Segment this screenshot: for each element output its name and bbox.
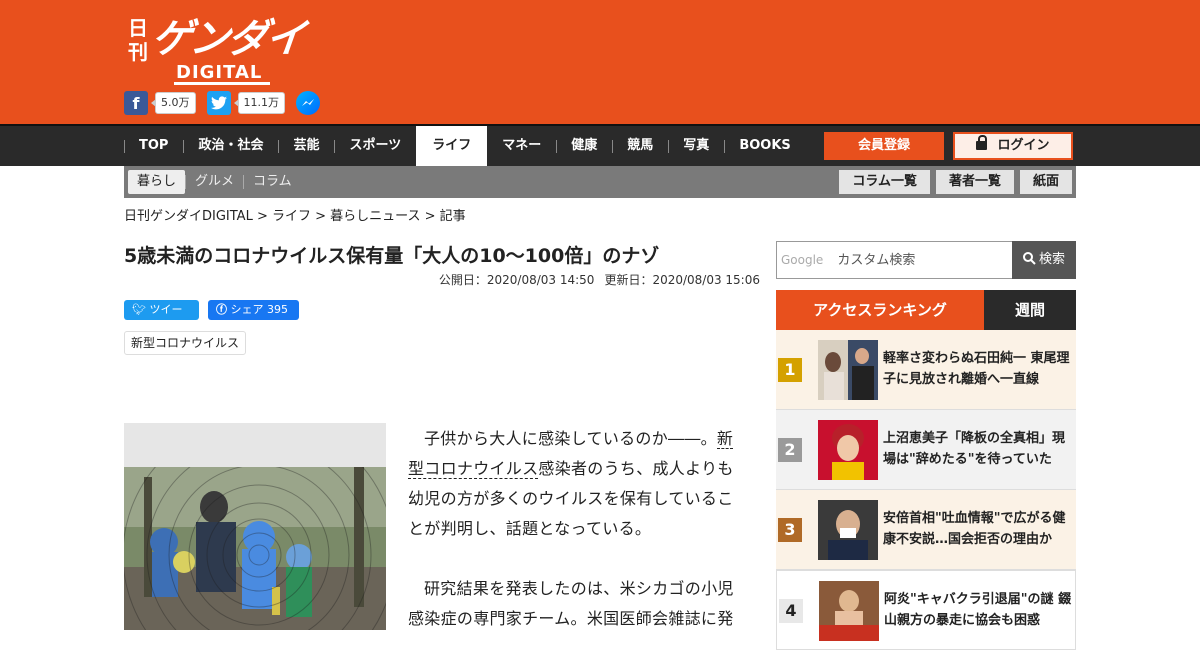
tweet-button[interactable]: 🐦︎ ツイート <box>124 300 199 336</box>
article-body: 子供から大人に感染しているのか――。新型コロナウイルス感染者のうち、成人よりも幼… <box>408 424 748 664</box>
rank-number: 3 <box>778 518 802 542</box>
facebook-count: 5.0万 <box>151 92 196 114</box>
search-button[interactable]: 検索 <box>1012 241 1076 279</box>
ranking-headline: 上沼恵美子「降板の全真相」現場は"辞めたる"を待っていた <box>883 431 1066 467</box>
logo-underline <box>174 82 270 85</box>
nav-item-politics[interactable]: 政治・社会 <box>183 126 278 166</box>
ranking-item[interactable]: 3 安倍首相"吐血情報"で広がる健康不安説…国会拒否の理由か <box>776 490 1076 570</box>
nav-item-top[interactable]: TOP <box>124 126 183 166</box>
rank-number: 4 <box>779 599 803 623</box>
nav-item-life[interactable]: ライフ <box>416 126 488 166</box>
nav-item-keiba[interactable]: 競馬 <box>612 126 668 166</box>
facebook-icon: ⓕ <box>216 303 227 316</box>
article-paragraph: 研究結果を発表したのは、米シカゴの小児感染症の専門家チーム。米国医師会雑誌に発 <box>408 579 734 628</box>
paper-button[interactable]: 紙面 <box>1019 170 1072 194</box>
subnav-item-column[interactable]: コラム <box>244 170 301 194</box>
fb-share-button[interactable]: ⓕ シェア 395 <box>208 300 299 320</box>
ranking-item[interactable]: 1 軽率さ変わらぬ石田純一 東尾理子に見放され離婚へ一直線 <box>776 330 1076 410</box>
twitter-icon: 🐦︎ <box>132 303 146 316</box>
search-input[interactable]: Google カスタム検索 <box>776 241 1013 279</box>
ranking-thumbnail <box>818 340 878 400</box>
author-list-button[interactable]: 著者一覧 <box>935 170 1014 194</box>
ranking-thumbnail <box>819 581 879 641</box>
twitter-count: 11.1万 <box>233 92 285 114</box>
ranking-thumbnail <box>818 500 878 560</box>
nav-item-money[interactable]: マネー <box>487 126 556 166</box>
ranking-headline: 軽率さ変わらぬ石田純一 東尾理子に見放され離婚へ一直線 <box>883 351 1070 387</box>
share-buttons: 🐦︎ ツイート ⓕ シェア 395 <box>124 300 299 336</box>
article-paragraph: 子供から大人に感染しているのか――。新型コロナウイルス感染者のうち、成人よりも幼… <box>408 424 748 544</box>
nav-item-sports[interactable]: スポーツ <box>334 126 416 166</box>
login-button[interactable]: ログイン <box>953 132 1073 160</box>
messenger-icon[interactable] <box>296 91 320 115</box>
search-placeholder: カスタム検索 <box>837 253 916 268</box>
subnav-item-gourmet[interactable]: グルメ <box>186 170 243 194</box>
register-button[interactable]: 会員登録 <box>824 132 944 160</box>
updated-date: 更新日：2020/08/03 15:06 <box>604 273 760 287</box>
nav-item-photo[interactable]: 写真 <box>668 126 724 166</box>
children-photo-image <box>124 467 386 630</box>
paragraph-text: 子供から大人に感染しているのか――。 <box>424 429 717 448</box>
logo-gendai: ゲンダイ <box>149 16 306 62</box>
column-list-button[interactable]: コラム一覧 <box>839 170 930 194</box>
ranking-thumbnail <box>818 420 878 480</box>
subnav-item-kurashi[interactable]: 暮らし <box>128 170 186 194</box>
article-title: 5歳未満のコロナウイルス保有量「大人の10～100倍」のナゾ <box>124 245 660 267</box>
published-date: 公開日：2020/08/03 14:50 <box>438 273 595 287</box>
article-dates: 公開日：2020/08/03 14:50 更新日：2020/08/03 15:06 <box>300 271 760 288</box>
access-ranking: アクセスランキング 週間 1 軽率さ変わらぬ石田純一 東尾理子に見放され離婚へ一… <box>776 290 1076 650</box>
ranking-item[interactable]: 2 上沼恵美子「降板の全真相」現場は"辞めたる"を待っていた <box>776 410 1076 490</box>
social-bar: f 5.0万 11.1万 <box>124 91 320 115</box>
ranking-period-tab[interactable]: 週間 <box>984 290 1076 330</box>
twitter-icon[interactable] <box>206 91 231 115</box>
rank-number: 2 <box>778 438 802 462</box>
nav-item-health[interactable]: 健康 <box>556 126 612 166</box>
search-icon <box>1022 252 1036 265</box>
logo-nikkan: 日刊 <box>128 16 148 64</box>
article-tag[interactable]: 新型コロナウイルス <box>124 331 247 355</box>
ranking-title: アクセスランキング <box>776 290 984 330</box>
nav-item-entertainment[interactable]: 芸能 <box>278 126 334 166</box>
global-nav: TOP 政治・社会 芸能 スポーツ ライフ マネー 健康 競馬 写真 BOOKS… <box>0 124 1200 166</box>
facebook-icon[interactable]: f <box>124 91 148 115</box>
article-photo[interactable] <box>124 423 386 630</box>
breadcrumb[interactable]: 日刊ゲンダイDIGITAL > ライフ > 暮らしニュース > 記事 <box>124 205 466 224</box>
site-search: Google カスタム検索 検索 <box>776 241 1076 279</box>
ranking-headline: 阿炎"キャバクラ引退届"の謎 錣山親方の暴走に協会も困惑 <box>884 592 1072 628</box>
ranking-item[interactable]: 4 阿炎"キャバクラ引退届"の謎 錣山親方の暴走に協会も困惑 <box>776 570 1076 650</box>
share-count: 395 <box>267 303 288 316</box>
logo-digital: DIGITAL <box>176 62 263 83</box>
nav-item-books[interactable]: BOOKS <box>724 126 805 166</box>
share-label: シェア <box>230 303 264 316</box>
rank-number: 1 <box>778 358 802 382</box>
sub-nav: 暮らし グルメ コラム コラム一覧 著者一覧 紙面 <box>124 166 1076 198</box>
google-brand: Google <box>781 253 824 267</box>
ranking-headline: 安倍首相"吐血情報"で広がる健康不安説…国会拒否の理由か <box>883 511 1066 547</box>
login-label: ログイン <box>997 138 1050 153</box>
search-button-label: 検索 <box>1038 252 1065 267</box>
site-header: 日刊 ゲンダイ DIGITAL f 5.0万 11.1万 <box>0 0 1200 124</box>
site-logo[interactable]: 日刊 ゲンダイ DIGITAL <box>124 10 306 86</box>
lock-icon <box>976 135 988 150</box>
